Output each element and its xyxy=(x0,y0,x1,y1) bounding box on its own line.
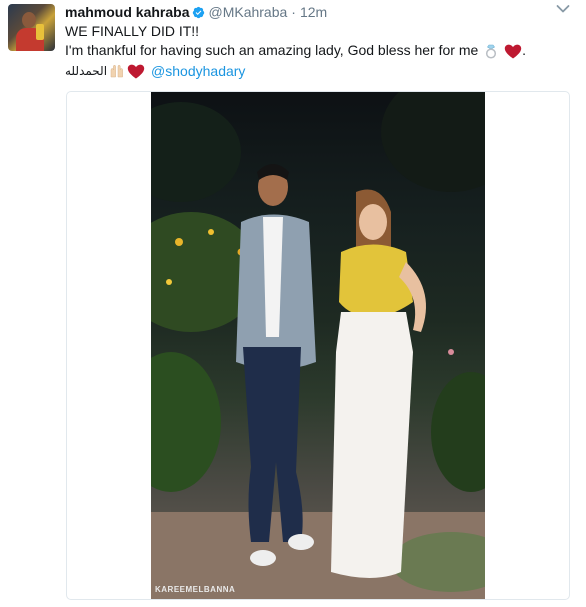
raised-hands-icon xyxy=(110,64,123,78)
ring-icon xyxy=(486,44,497,59)
tweet-timestamp[interactable]: 12m xyxy=(300,4,327,20)
tweet-text-period: . xyxy=(522,42,526,58)
photo-illustration xyxy=(151,92,485,599)
photo-watermark: KAREEMELBANNA xyxy=(155,585,236,594)
tweet: mahmoud kahraba @MKahraba · 12m WE FINAL… xyxy=(0,0,586,607)
mention-link[interactable]: @shodyhadary xyxy=(151,61,245,81)
avatar-figure-face xyxy=(22,12,36,28)
red-heart-icon xyxy=(127,64,145,78)
header-separator: · xyxy=(291,4,296,20)
tweet-text-arabic: الحمدلله xyxy=(65,64,108,78)
avatar-trophy xyxy=(36,24,44,40)
chevron-down-icon[interactable] xyxy=(556,4,570,14)
verified-badge-icon xyxy=(193,6,205,18)
tweet-media[interactable]: KAREEMELBANNA xyxy=(66,91,570,600)
tweet-text-thanks: I'm thankful for having such an amazing … xyxy=(65,42,479,58)
tweet-text-line-3: الحمدلله @shodyhadary xyxy=(65,61,245,81)
couple-photo[interactable]: KAREEMELBANNA xyxy=(151,92,485,599)
avatar[interactable] xyxy=(8,4,55,51)
tweet-text-line-1: WE FINALLY DID IT!! xyxy=(65,23,200,39)
author-name[interactable]: mahmoud kahraba xyxy=(65,4,189,20)
tweet-text-line-2: I'm thankful for having such an amazing … xyxy=(65,40,526,60)
author-handle[interactable]: @MKahraba xyxy=(208,4,287,20)
red-heart-icon xyxy=(504,44,522,59)
tweet-header: mahmoud kahraba @MKahraba · 12m xyxy=(65,2,327,22)
